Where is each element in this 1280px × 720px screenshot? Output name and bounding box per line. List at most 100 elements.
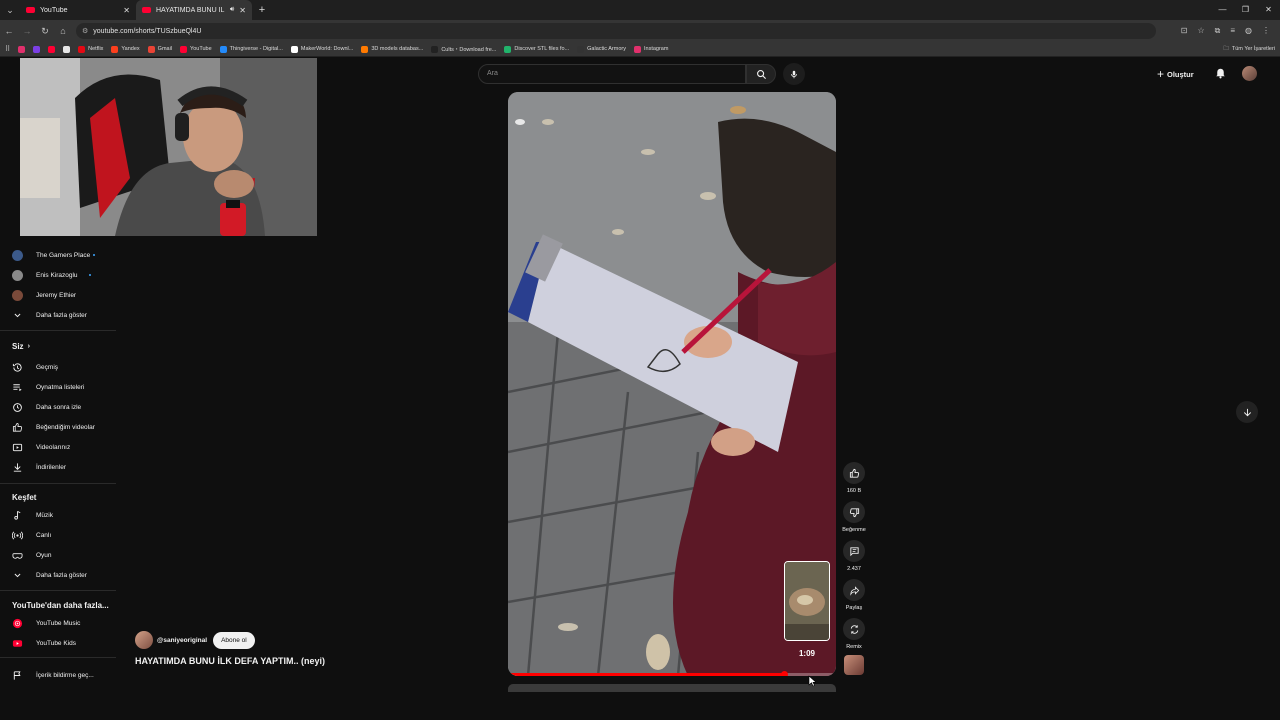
next-short-button[interactable] xyxy=(1236,401,1258,423)
remix-label: Remix xyxy=(846,644,862,650)
bookmark-item[interactable]: Cults・Download fre... xyxy=(431,45,496,53)
sidebar-show-more[interactable]: Daha fazla göster xyxy=(12,305,87,325)
minimize-icon[interactable]: — xyxy=(1211,0,1234,20)
search-icon xyxy=(756,69,766,79)
sidebar-item-label: Daha fazla göster xyxy=(36,311,87,319)
bookmark-star-icon[interactable]: ☆ xyxy=(1197,26,1204,36)
bookmark-item[interactable]: YouTube xyxy=(180,45,212,53)
bookmark-item[interactable]: Instagram xyxy=(633,45,669,53)
media-control-icon[interactable]: ≡ xyxy=(1230,26,1235,36)
seek-preview-time: 1:09 xyxy=(798,649,815,658)
sidebar-item-gaming[interactable]: Oyun xyxy=(12,545,52,565)
sidebar-sub-jeremy-ethier[interactable]: Jeremy Ethier xyxy=(12,285,76,305)
bookmark-favicon-icon xyxy=(633,45,641,53)
webcam-image xyxy=(20,58,317,236)
close-tab-icon[interactable]: ✕ xyxy=(239,6,246,15)
new-tab-button[interactable]: + xyxy=(252,4,272,16)
sidebar-item-history[interactable]: Geçmiş xyxy=(12,357,58,377)
install-app-icon[interactable]: ⊡ xyxy=(1181,26,1188,36)
account-avatar[interactable] xyxy=(1242,66,1257,81)
sidebar-item-label: İndirilenler xyxy=(36,463,66,471)
bookmark-label: Instagram xyxy=(643,46,669,52)
bookmark-item[interactable]: Galactic Armory xyxy=(577,45,626,53)
bookmark-item[interactable]: Thingiverse - Digital... xyxy=(219,45,283,53)
sidebar-item-label: Beğendiğim videolar xyxy=(36,423,95,431)
sidebar-item-your-videos[interactable]: Videolarınız xyxy=(12,437,70,457)
url-field[interactable]: ⚙︎ youtube.com/shorts/TUSzbueQl4U xyxy=(76,23,1156,39)
sidebar-item-live[interactable]: Canlı xyxy=(12,525,51,545)
sidebar-item-music[interactable]: Müzik xyxy=(12,505,53,525)
sidebar-item-playlists[interactable]: Oynatma listeleri xyxy=(12,377,84,397)
channel-avatar[interactable] xyxy=(135,631,153,649)
back-icon[interactable]: ← xyxy=(4,26,14,36)
sidebar-item-watch-later[interactable]: Daha sonra izle xyxy=(12,397,81,417)
search-input[interactable]: Ara xyxy=(478,64,746,84)
bookmark-item[interactable]: Yandex xyxy=(111,45,140,53)
tab-title: YouTube xyxy=(40,6,68,14)
browser-tab-youtube[interactable]: YouTube ✕ xyxy=(20,0,136,20)
youtube-favicon-icon xyxy=(142,7,151,13)
all-bookmarks-button[interactable]: 🗀︎ Tüm Yer İşaretleri xyxy=(1223,45,1275,54)
bookmark-item[interactable]: Netflix xyxy=(78,45,103,53)
video-title[interactable]: HAYATIMDA BUNU İLK DEFA YAPTIM.. (neyi) xyxy=(135,656,325,666)
sidebar-show-more[interactable]: Daha fazla göster xyxy=(12,565,87,585)
bookmark-item[interactable]: 3D models databas... xyxy=(361,45,423,53)
bookmark-item[interactable] xyxy=(18,45,26,53)
youtube-music-icon xyxy=(12,618,23,629)
mouse-cursor-icon xyxy=(808,675,816,687)
sidebar-item-liked-videos[interactable]: Beğendiğim videolar xyxy=(12,417,95,437)
bookmark-favicon-icon xyxy=(78,45,86,53)
bookmark-item[interactable]: MakerWorld: Downl... xyxy=(290,45,354,53)
browser-tab-short[interactable]: HAYATIMDA BUNU İLK DEF 🔊︎ ✕ xyxy=(136,0,252,20)
channel-name[interactable]: @saniyeoriginal xyxy=(157,637,207,644)
sidebar-item-report-history[interactable]: İçerik bildirme geç... xyxy=(12,665,94,685)
sidebar-sub-enis-kirazoglu[interactable]: Enis Kirazoglu xyxy=(12,265,91,285)
reload-icon[interactable]: ↻ xyxy=(40,26,50,37)
microphone-icon xyxy=(791,70,797,78)
sound-thumbnail[interactable] xyxy=(844,655,864,675)
bookmark-label: MakerWorld: Downl... xyxy=(300,46,354,52)
voice-search-button[interactable] xyxy=(783,63,805,85)
extensions-icon[interactable]: ⧉ xyxy=(1215,26,1221,36)
restore-icon[interactable]: ❐ xyxy=(1234,0,1257,20)
menu-kebab-icon[interactable]: ⋮ xyxy=(1262,26,1270,36)
comments-button[interactable]: 2.437 xyxy=(842,540,866,572)
close-tab-icon[interactable]: ✕ xyxy=(123,6,130,15)
remix-button[interactable]: Remix xyxy=(842,618,866,650)
dislike-button[interactable]: Beğenme xyxy=(842,501,866,533)
apps-grid-icon[interactable]: ⠿ xyxy=(5,45,10,53)
bookmark-item[interactable]: Discover STL files fo... xyxy=(504,45,569,53)
bookmark-item[interactable] xyxy=(33,45,41,53)
bookmark-item[interactable] xyxy=(48,45,56,53)
chevron-down-icon xyxy=(12,310,23,321)
sidebar-item-label: Daha sonra izle xyxy=(36,403,82,411)
sidebar-item-label: Müzik xyxy=(36,511,53,519)
site-info-icon[interactable]: ⚙︎ xyxy=(82,27,88,35)
video-progress-bar[interactable] xyxy=(508,671,836,676)
sidebar-item-youtube-kids[interactable]: YouTube Kids xyxy=(12,633,76,653)
close-window-icon[interactable]: ✕ xyxy=(1257,0,1280,20)
home-icon[interactable]: ⌂ xyxy=(58,26,68,36)
bookmark-item[interactable]: Gmail xyxy=(147,45,172,53)
sidebar-item-label: Videolarınız xyxy=(36,443,71,451)
sidebar-item-label: Enis Kirazoglu xyxy=(36,271,78,279)
sidebar-item-downloads[interactable]: İndirilenler xyxy=(12,457,66,477)
bookmark-item[interactable] xyxy=(63,45,71,53)
subscribe-button[interactable]: Abone ol xyxy=(213,631,255,649)
new-content-dot xyxy=(93,254,96,256)
share-button[interactable]: Paylaş xyxy=(842,579,866,611)
notifications-button[interactable] xyxy=(1214,66,1227,84)
progress-knob[interactable] xyxy=(780,671,788,676)
speaker-icon[interactable]: 🔊︎ xyxy=(230,6,234,14)
sidebar-sub-gamers-place[interactable]: The Gamers Place xyxy=(12,245,96,265)
watch-later-icon xyxy=(12,402,23,413)
profile-icon[interactable]: ◍ xyxy=(1245,26,1252,36)
tab-search-button[interactable]: ⌄ xyxy=(0,0,20,20)
like-button[interactable]: 160 B xyxy=(842,462,866,494)
create-button[interactable]: + Oluştur xyxy=(1157,65,1194,83)
sidebar-heading-you[interactable]: Siz › xyxy=(12,342,30,351)
forward-icon[interactable]: → xyxy=(22,26,32,36)
sidebar-item-youtube-music[interactable]: YouTube Music xyxy=(12,613,80,633)
search-button[interactable] xyxy=(746,64,776,84)
preview-image xyxy=(785,562,829,640)
